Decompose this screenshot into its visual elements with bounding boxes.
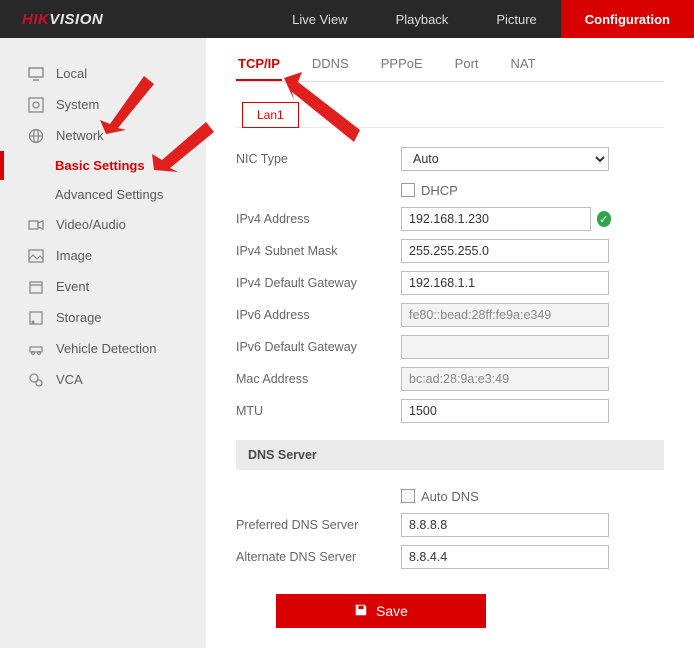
label-dhcp: DHCP — [421, 183, 458, 198]
label-nic-type: NIC Type — [236, 152, 401, 166]
input-mtu[interactable] — [401, 399, 609, 423]
label-auto-dns: Auto DNS — [421, 489, 479, 504]
sidebar-sub-advanced-settings[interactable]: Advanced Settings — [0, 180, 206, 209]
sidebar-item-vca[interactable]: VCA — [0, 364, 206, 395]
sidebar-item-label: Image — [56, 248, 92, 263]
subtab-lan1[interactable]: Lan1 — [242, 102, 299, 128]
sidebar-item-local[interactable]: Local — [0, 58, 206, 89]
globe-icon — [28, 128, 44, 144]
input-alternate-dns[interactable] — [401, 545, 609, 569]
main-nav: Live View Playback Picture Configuration — [268, 0, 694, 38]
nav-configuration[interactable]: Configuration — [561, 0, 694, 38]
sidebar-item-label: Network — [56, 128, 104, 143]
nav-picture[interactable]: Picture — [472, 0, 560, 38]
tab-tcpip[interactable]: TCP/IP — [236, 56, 282, 81]
tab-ddns[interactable]: DDNS — [310, 56, 351, 81]
label-mac-address: Mac Address — [236, 372, 401, 386]
label-ipv6-address: IPv6 Address — [236, 308, 401, 322]
sidebar-item-label: VCA — [56, 372, 83, 387]
vca-icon — [28, 372, 44, 388]
sidebar-item-label: Storage — [56, 310, 102, 325]
gear-box-icon — [28, 97, 44, 113]
sidebar-item-label: System — [56, 97, 99, 112]
sidebar-item-image[interactable]: Image — [0, 240, 206, 271]
input-ipv6-address — [401, 303, 609, 327]
header-bar: HIKVISION Live View Playback Picture Con… — [0, 0, 694, 38]
label-ipv6-default-gateway: IPv6 Default Gateway — [236, 340, 401, 354]
input-ipv4-default-gateway[interactable] — [401, 271, 609, 295]
calendar-icon — [28, 279, 44, 295]
tab-pppoe[interactable]: PPPoE — [379, 56, 425, 81]
sidebar: Local System Network Basic Settings Adva… — [0, 38, 206, 648]
sidebar-item-label: Local — [56, 66, 87, 81]
section-dns-server: DNS Server — [236, 440, 664, 470]
label-ipv4-subnet-mask: IPv4 Subnet Mask — [236, 244, 401, 258]
subtab-row: Lan1 — [236, 96, 664, 128]
sidebar-item-label: Video/Audio — [56, 217, 126, 232]
logo-vision: VISION — [49, 11, 103, 28]
input-preferred-dns[interactable] — [401, 513, 609, 537]
label-mtu: MTU — [236, 404, 401, 418]
nav-live-view[interactable]: Live View — [268, 0, 371, 38]
input-ipv6-default-gateway — [401, 335, 609, 359]
sidebar-item-video-audio[interactable]: Video/Audio — [0, 209, 206, 240]
sidebar-item-vehicle-detection[interactable]: Vehicle Detection — [0, 333, 206, 364]
sidebar-sub-basic-settings[interactable]: Basic Settings — [0, 151, 206, 180]
checkbox-auto-dns[interactable] — [401, 489, 415, 503]
main-panel: TCP/IP DDNS PPPoE Port NAT Lan1 NIC Type… — [206, 38, 694, 648]
sidebar-item-storage[interactable]: Storage — [0, 302, 206, 333]
logo: HIKVISION — [0, 0, 121, 38]
network-tab-row: TCP/IP DDNS PPPoE Port NAT — [236, 56, 664, 82]
car-icon — [28, 341, 44, 357]
check-icon: ✓ — [597, 211, 611, 227]
checkbox-dhcp[interactable] — [401, 183, 415, 197]
save-icon — [354, 603, 368, 620]
tab-port[interactable]: Port — [453, 56, 481, 81]
input-ipv4-address[interactable] — [401, 207, 591, 231]
sidebar-item-label: Event — [56, 279, 89, 294]
sidebar-item-network[interactable]: Network — [0, 120, 206, 151]
video-icon — [28, 217, 44, 233]
monitor-icon — [28, 66, 44, 82]
label-ipv4-address: IPv4 Address — [236, 212, 401, 226]
tab-nat[interactable]: NAT — [509, 56, 538, 81]
save-button[interactable]: Save — [276, 594, 486, 628]
nav-playback[interactable]: Playback — [372, 0, 473, 38]
sidebar-item-event[interactable]: Event — [0, 271, 206, 302]
logo-hik: HIK — [22, 11, 49, 28]
label-ipv4-default-gateway: IPv4 Default Gateway — [236, 276, 401, 290]
label-preferred-dns: Preferred DNS Server — [236, 518, 401, 532]
storage-icon — [28, 310, 44, 326]
save-button-label: Save — [376, 603, 408, 619]
image-icon — [28, 248, 44, 264]
input-ipv4-subnet-mask[interactable] — [401, 239, 609, 263]
sidebar-item-label: Vehicle Detection — [56, 341, 156, 356]
input-mac-address — [401, 367, 609, 391]
sidebar-item-system[interactable]: System — [0, 89, 206, 120]
label-alternate-dns: Alternate DNS Server — [236, 550, 401, 564]
select-nic-type[interactable]: Auto — [401, 147, 609, 171]
